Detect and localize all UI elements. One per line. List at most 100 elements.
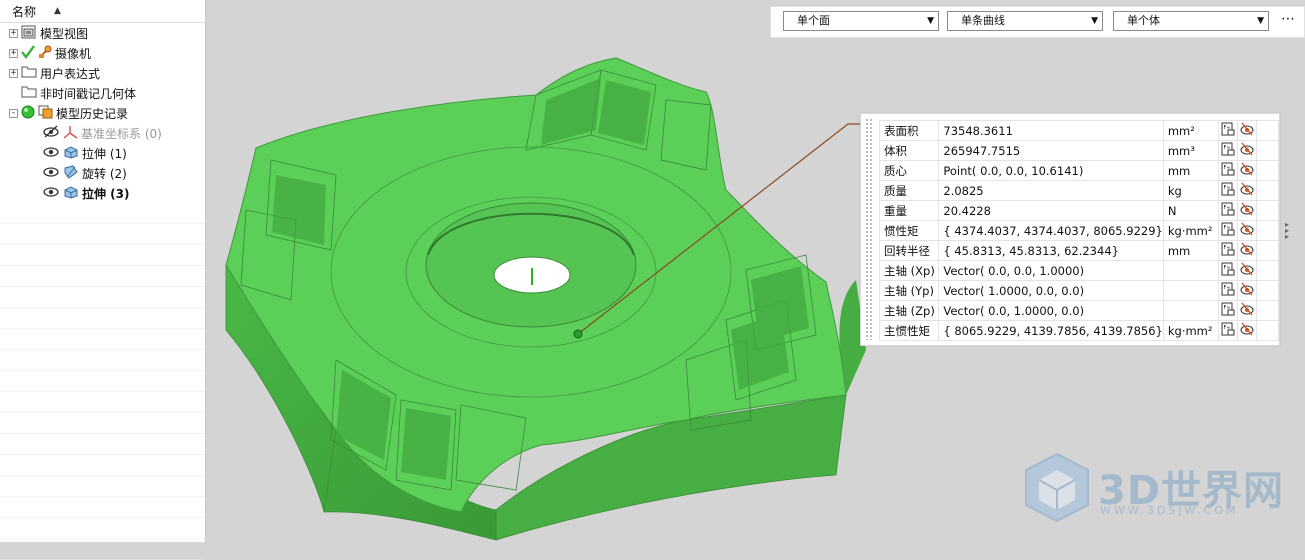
show-hide-measure-icon[interactable] xyxy=(1236,240,1258,261)
property-unit: mm³ xyxy=(1162,140,1219,161)
property-unit: N xyxy=(1162,200,1219,221)
property-name: 质心 xyxy=(878,160,940,181)
camera-icon xyxy=(38,45,52,62)
tree-item-extrude-3[interactable]: 拉伸 (3) xyxy=(0,183,205,203)
face-rule-dropdown[interactable]: 单个面 ▼ xyxy=(783,11,939,31)
tree-item-revolve-2[interactable]: 旋转 (2) xyxy=(0,163,205,183)
history-icon xyxy=(38,105,53,122)
property-row: 主轴 (Yp) Vector( 1.0000, 0.0, 0.0) F≈ xyxy=(878,280,1279,301)
tree-empty-area[interactable] xyxy=(0,203,205,560)
show-hide-measure-icon[interactable] xyxy=(1236,200,1258,221)
watermark-logo: 3D世界网 WWW.3DSJW.COM xyxy=(1020,450,1300,530)
body-rule-dropdown[interactable]: 单个体 ▼ xyxy=(1113,11,1269,31)
property-row: 主轴 (Xp) Vector( 0.0, 0.0, 1.0000) F≈ xyxy=(878,260,1279,281)
show-hide-measure-icon[interactable] xyxy=(1236,140,1258,161)
expand-icon[interactable]: + xyxy=(9,28,18,38)
show-hide-measure-icon[interactable] xyxy=(1236,160,1258,181)
show-hide-measure-icon[interactable] xyxy=(1236,300,1258,321)
property-unit: kg·mm² xyxy=(1162,220,1219,241)
curve-rule-dropdown[interactable]: 单条曲线 ▼ xyxy=(947,11,1103,31)
checkmark-icon[interactable] xyxy=(21,44,35,62)
extrude-icon xyxy=(63,145,79,162)
property-value: Vector( 1.0000, 0.0, 0.0) xyxy=(938,280,1164,301)
panel-drag-handle[interactable] xyxy=(865,118,873,340)
curve-rule-value: 单条曲线 xyxy=(961,14,1005,27)
tree-item-user-expressions[interactable]: + 用户表达式 xyxy=(0,63,205,83)
properties-table: 表面积 73548.3611 mm² F≈ 体积 265947.7515 mm³… xyxy=(878,120,1279,341)
property-name: 主轴 (Xp) xyxy=(878,260,940,281)
watermark-url-text: WWW.3DSJW.COM xyxy=(1100,504,1239,517)
property-value: Point( 0.0, 0.0, 10.6141) xyxy=(938,160,1164,181)
more-options-button[interactable]: ⋯ xyxy=(1281,11,1296,27)
tree-item-label: 摄像机 xyxy=(55,46,92,61)
tree-item-camera[interactable]: + 摄像机 xyxy=(0,43,205,63)
property-value: { 45.8313, 45.8313, 62.2344} xyxy=(938,240,1164,261)
property-value: { 8065.9229, 4139.7856, 4139.7856} xyxy=(938,320,1164,341)
create-expression-icon[interactable]: F≈ xyxy=(1217,180,1238,201)
visible-eye-icon[interactable] xyxy=(42,165,60,181)
create-expression-icon[interactable]: F≈ xyxy=(1217,260,1238,281)
create-expression-icon[interactable]: F≈ xyxy=(1217,200,1238,221)
tree-item-non-timestamp-geometry[interactable]: 非时间戳记几何体 xyxy=(0,83,205,103)
chevron-down-icon: ▼ xyxy=(1257,16,1264,26)
property-name: 主轴 (Zp) xyxy=(878,300,940,321)
create-expression-icon[interactable]: F≈ xyxy=(1217,240,1238,261)
property-unit xyxy=(1162,260,1219,281)
expand-icon[interactable]: + xyxy=(9,48,18,58)
property-row: 回转半径 { 45.8313, 45.8313, 62.2344} mm F≈ xyxy=(878,240,1279,261)
tree-item-datum-csys[interactable]: 基准坐标系 (0) xyxy=(0,123,205,143)
property-unit: mm² xyxy=(1162,120,1219,141)
create-expression-icon[interactable]: F≈ xyxy=(1217,280,1238,301)
property-name: 质量 xyxy=(878,180,940,201)
tree-item-model-history[interactable]: - 模型历史记录 xyxy=(0,103,205,123)
expand-icon[interactable]: + xyxy=(9,68,18,78)
cube-logo-icon xyxy=(1025,452,1089,523)
property-value: { 4374.4037, 4374.4037, 8065.9229} xyxy=(938,220,1164,241)
property-unit: kg·mm² xyxy=(1162,320,1219,341)
tree-item-extrude-1[interactable]: 拉伸 (1) xyxy=(0,143,205,163)
property-name: 重量 xyxy=(878,200,940,221)
tree-item-label: 用户表达式 xyxy=(40,66,101,81)
create-expression-icon[interactable]: F≈ xyxy=(1217,160,1238,181)
property-value: 73548.3611 xyxy=(938,120,1164,141)
column-header-label: 名称 xyxy=(12,4,37,19)
tree-item-label: 拉伸 (3) xyxy=(82,186,130,201)
revolve-icon xyxy=(63,164,79,182)
property-name: 惯性矩 xyxy=(878,220,940,241)
folder-icon xyxy=(21,85,37,101)
center-of-mass-point[interactable] xyxy=(573,329,583,339)
show-hide-measure-icon[interactable] xyxy=(1236,260,1258,281)
property-name: 表面积 xyxy=(878,120,940,141)
hidden-eye-icon[interactable] xyxy=(42,125,60,141)
property-name: 主轴 (Yp) xyxy=(878,280,940,301)
tree-item-label: 非时间戳记几何体 xyxy=(40,86,137,101)
create-expression-icon[interactable]: F≈ xyxy=(1217,120,1238,141)
selection-filter-bar: 单个面 ▼ 单条曲线 ▼ 单个体 ▼ ⋯ xyxy=(770,6,1305,38)
visible-eye-icon[interactable] xyxy=(42,145,60,161)
property-unit: kg xyxy=(1162,180,1219,201)
show-hide-measure-icon[interactable] xyxy=(1236,220,1258,241)
create-expression-icon[interactable]: F≈ xyxy=(1217,140,1238,161)
visible-eye-icon[interactable] xyxy=(42,185,60,201)
face-rule-value: 单个面 xyxy=(797,14,830,27)
create-expression-icon[interactable]: F≈ xyxy=(1217,300,1238,321)
chevron-down-icon: ▼ xyxy=(1091,16,1098,26)
part-navigator: 名称 ▲ + 模型视图 + 摄像机 + 用户表达式 非时间戳记几何体 - 模型历… xyxy=(0,0,206,560)
measure-properties-panel: 表面积 73548.3611 mm² F≈ 体积 265947.7515 mm³… xyxy=(860,113,1289,346)
show-hide-measure-icon[interactable] xyxy=(1236,320,1258,341)
model-views-icon xyxy=(21,25,37,42)
property-unit xyxy=(1162,280,1219,301)
create-expression-icon[interactable]: F≈ xyxy=(1217,220,1238,241)
property-row: 主惯性矩 { 8065.9229, 4139.7856, 4139.7856} … xyxy=(878,320,1279,341)
tree-item-model-views[interactable]: + 模型视图 xyxy=(0,23,205,43)
show-hide-measure-icon[interactable] xyxy=(1236,180,1258,201)
sort-ascending-icon[interactable]: ▲ xyxy=(54,6,61,16)
collapse-icon[interactable]: - xyxy=(9,108,18,118)
body-rule-value: 单个体 xyxy=(1127,14,1160,27)
extrude-icon xyxy=(63,185,79,202)
show-hide-measure-icon[interactable] xyxy=(1236,280,1258,301)
panel-expand-arrows-icon[interactable]: ▸ ▸ ▸ xyxy=(1285,221,1289,241)
show-hide-measure-icon[interactable] xyxy=(1236,120,1258,141)
create-expression-icon[interactable]: F≈ xyxy=(1217,320,1238,341)
column-header-name[interactable]: 名称 ▲ xyxy=(0,0,205,23)
